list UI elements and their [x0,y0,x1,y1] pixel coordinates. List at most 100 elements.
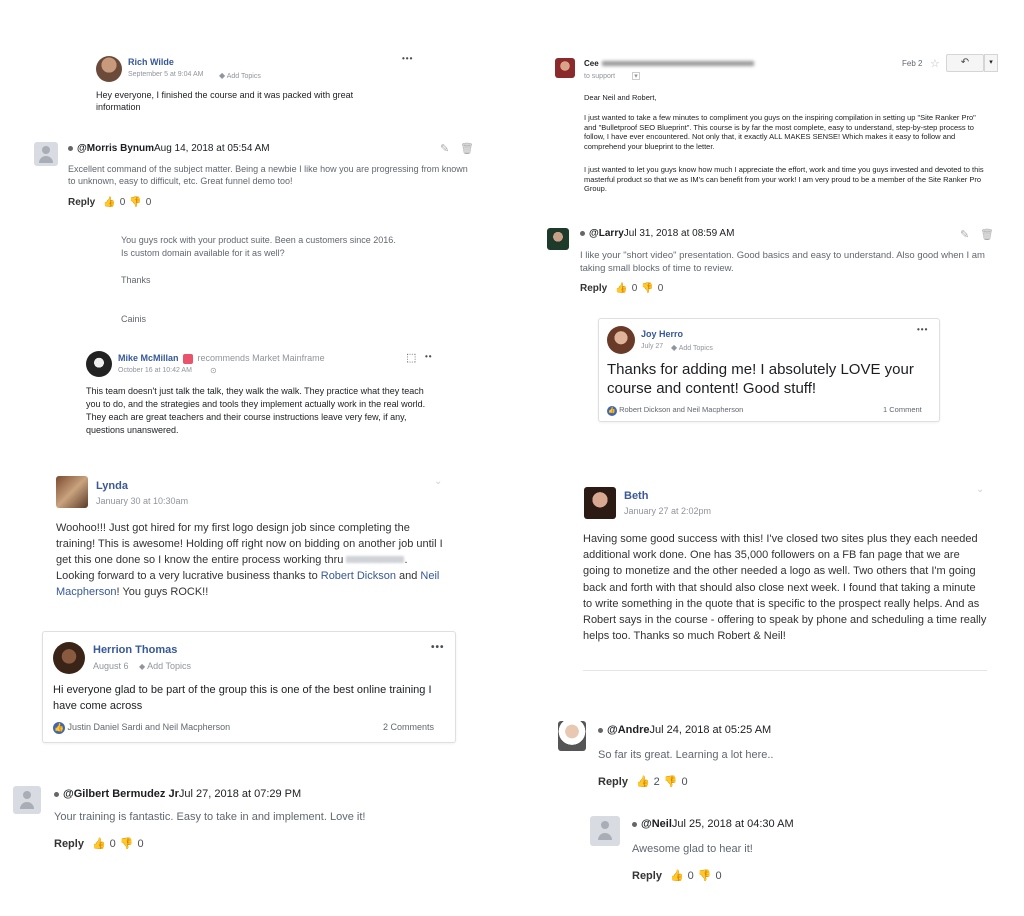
comment-author[interactable]: @Gilbert Bermudez Jr [63,788,179,800]
comment-actions: Reply 👍 0 👎 0 [54,837,144,851]
comment-author[interactable]: @Neil [641,818,672,830]
mention-robert-dickson[interactable]: Robert Dickson [321,570,396,582]
more-dropdown-icon[interactable]: ▾ [984,54,998,72]
details-dropdown-icon[interactable]: ▾ [632,72,640,80]
thumbs-down-icon[interactable]: 👎 [129,197,141,208]
reply-button[interactable]: Reply [632,870,662,882]
trash-icon[interactable]: 🗑 [980,228,994,241]
author-name[interactable]: Mike McMillan [118,353,179,363]
edit-icon[interactable]: ✎ [440,142,449,155]
thumbs-down-icon[interactable]: 👎 [641,283,653,294]
recipient: to support [584,73,616,80]
add-topics-link[interactable]: ◆ Add Topics [219,71,261,80]
dislike-count: 0 [715,869,722,882]
avatar[interactable] [56,476,88,508]
reply-button[interactable]: Reply [580,283,607,294]
comment-body: Your training is fantastic. Easy to take… [54,811,366,823]
avatar[interactable] [584,487,616,519]
lynda-post: Lynda January 30 at 10:30am ⌄ Woohoo!!! … [46,470,452,610]
post-date: January 30 at 10:30am [96,496,189,506]
comment-body: I like your "short video" presentation. … [580,250,985,274]
more-options-icon[interactable]: •• [425,352,433,361]
reply-button[interactable]: Reply [598,776,628,788]
post-text-3: and [395,570,421,582]
andre-comment: @AndreJul 24, 2018 at 05:25 AM So far it… [556,716,976,796]
comment-date: Jul 25, 2018 at 04:30 AM [671,818,794,830]
avatar[interactable] [607,326,635,354]
thumbs-down-icon[interactable]: 👎 [664,775,678,788]
morris-comment: @Morris BynumAug 14, 2018 at 05:54 AM ✎ … [34,138,476,212]
avatar[interactable] [86,351,112,377]
avatar [590,816,620,846]
more-options-icon[interactable]: ••• [431,642,445,653]
dislike-count: 0 [681,775,688,788]
beth-post: Beth January 27 at 2:02pm ⌄ Having some … [576,480,994,672]
avatar[interactable] [555,58,575,78]
chevron-down-icon[interactable]: ⌄ [434,476,442,487]
comments-count[interactable]: 1 Comment [883,405,922,414]
comment-actions: Reply 👍 0 👎 0 [632,869,722,883]
comment-author[interactable]: @Morris Bynum [77,143,154,154]
author-name[interactable]: Joy Herro [641,329,683,339]
reply-arrow-icon[interactable]: ↶ [946,54,984,72]
comment-body: So far its great. Learning a lot here.. [598,749,774,761]
comment-author[interactable]: @Andre [607,724,650,736]
gilbert-comment: @Gilbert Bermudez JrJul 27, 2018 at 07:2… [10,780,430,856]
chevron-down-icon[interactable]: ⌄ [976,484,984,495]
author-name[interactable]: Beth [624,490,648,502]
trash-icon[interactable]: 🗑 [460,142,474,155]
likers-list[interactable]: Justin Daniel Sardi and Neil Macpherson [68,722,231,732]
message-thanks: Thanks [121,275,151,285]
add-topics-label: Add Topics [226,73,261,80]
review-body: This team doesn't just talk the talk, th… [86,386,426,435]
divider [583,670,987,671]
avatar[interactable] [558,721,586,751]
neil-comment: @NeilJul 25, 2018 at 04:30 AM Awesome gl… [588,812,988,892]
thumbs-down-icon[interactable]: 👎 [120,837,134,850]
reply-button[interactable]: Reply [54,838,84,850]
comment-actions: Reply 👍 0 👎 0 [580,283,663,294]
author-name[interactable]: Rich Wilde [128,57,174,67]
comment-body: Excellent command of the subject matter.… [68,164,468,186]
like-count: 0 [687,869,694,882]
thumbs-up-icon[interactable]: 👍 [615,283,627,294]
comment-author[interactable]: @Larry [589,228,624,239]
dislike-count: 0 [137,837,144,850]
thumbs-down-icon[interactable]: 👎 [698,869,712,882]
more-options-icon[interactable]: ••• [402,54,413,63]
post-date: August 6 [93,661,129,671]
bullet-icon [54,791,59,797]
thumbs-up-icon[interactable]: 👍 [670,869,684,882]
thumbs-up-icon[interactable]: 👍 [92,837,106,850]
add-topics-link[interactable]: ◆ Add Topics [671,343,713,352]
thumbs-up-icon[interactable]: 👍 [636,775,650,788]
post-body: Woohoo!!! Just got hired for my first lo… [56,520,446,600]
add-topics-label: Add Topics [678,345,713,352]
email-greeting: Dear Neil and Robert, [584,93,657,102]
add-topics-link[interactable]: ◆ Add Topics [139,661,191,671]
avatar[interactable] [547,228,569,250]
redacted-text [346,556,405,563]
avatar [13,786,41,814]
post-body: Thanks for adding me! I absolutely LOVE … [607,361,914,397]
message-icon[interactable]: ⬚ [406,351,416,364]
likers-list[interactable]: Robert Dickson and Neil Macpherson [619,405,743,414]
author-name[interactable]: Herrion Thomas [93,644,177,656]
reply-button[interactable]: Reply [68,197,95,208]
more-options-icon[interactable]: ••• [917,325,928,334]
avatar[interactable] [53,642,85,674]
rich-wilde-post: Rich Wilde September 5 at 9:04 AM ◆ Add … [86,48,426,118]
like-icon: 👍 [607,406,617,416]
edit-icon[interactable]: ✎ [960,228,969,241]
email-message: Cee to support ▾ Feb 2 ☆ ↶ ▾ Dear Neil a… [550,52,1000,202]
comments-count[interactable]: 2 Comments [383,722,434,732]
author-name[interactable]: Lynda [96,480,128,492]
thumbs-up-icon[interactable]: 👍 [103,197,115,208]
avatar[interactable] [96,56,122,82]
like-count: 0 [119,197,126,208]
message-line-2: Is custom domain available for it as wel… [121,248,285,258]
post-date[interactable]: September 5 at 9:04 AM [128,71,204,78]
add-topics-label: Add Topics [147,661,192,671]
star-icon[interactable]: ☆ [930,57,940,70]
message-signature: Cainis [121,314,147,324]
